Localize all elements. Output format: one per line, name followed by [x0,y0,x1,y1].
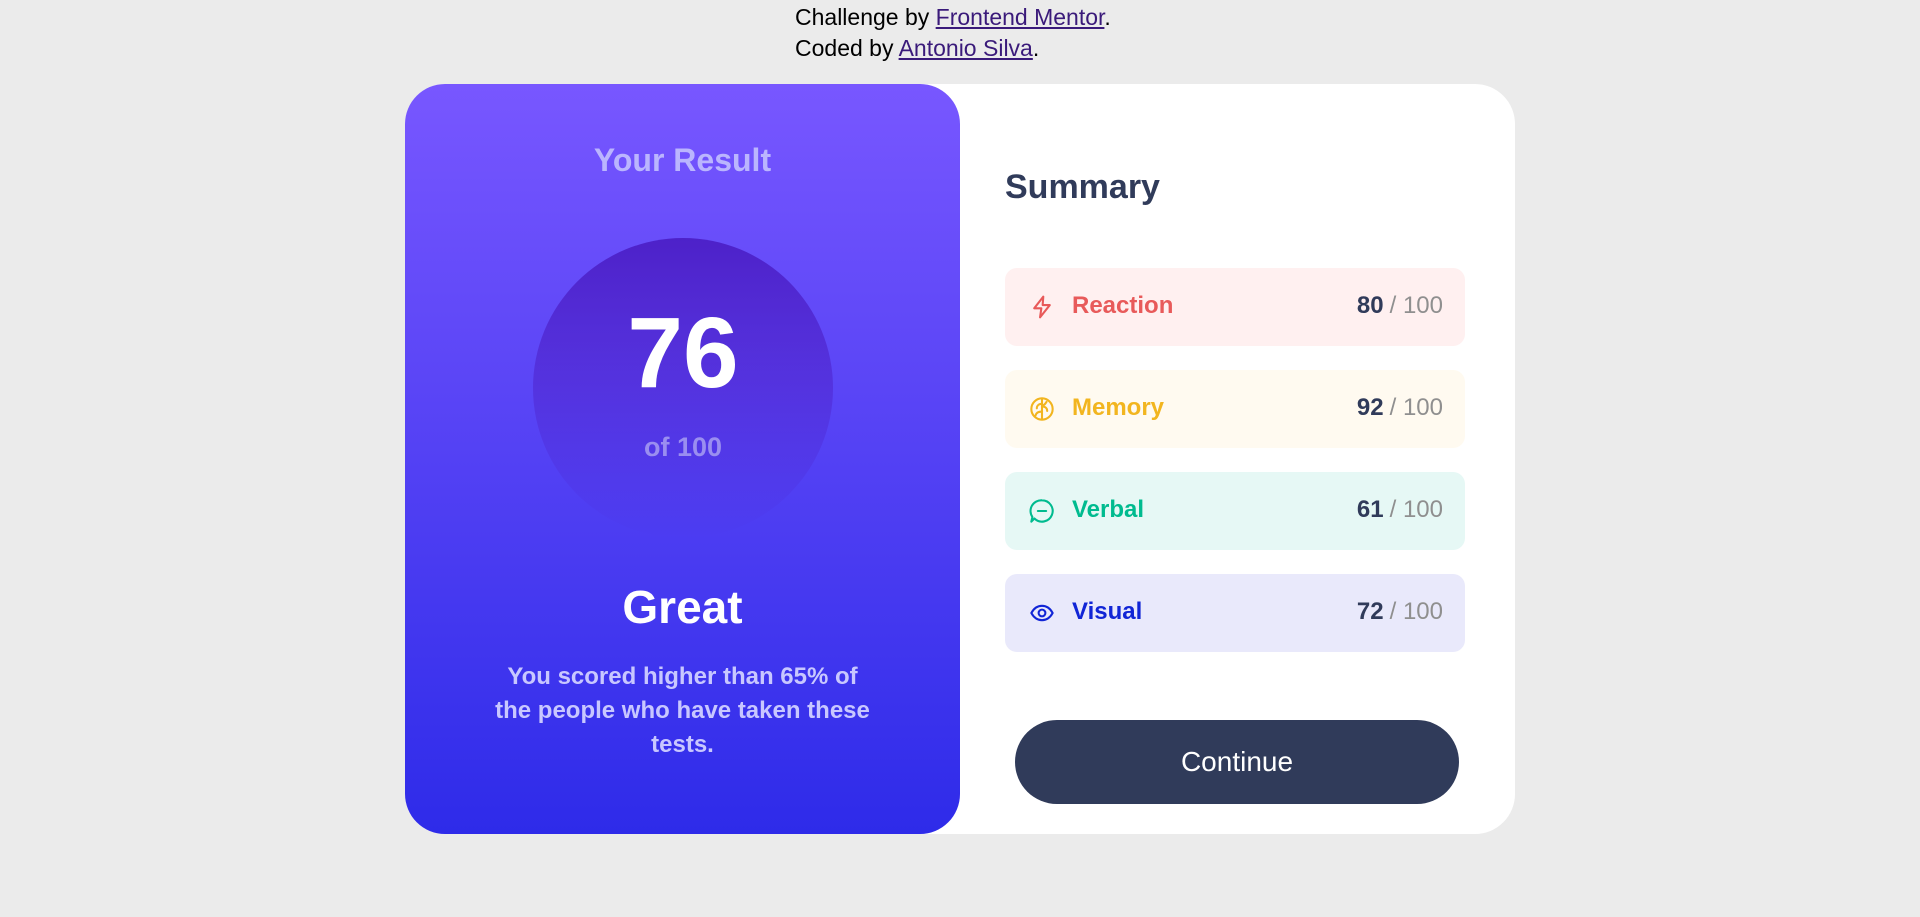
chat-icon [1029,499,1054,523]
summary-item-verbal: Verbal 61/ 100 [1005,472,1465,550]
summary-item-visual: Visual 72/ 100 [1005,574,1465,652]
brain-icon [1030,397,1054,421]
summary-item-score-max: / 100 [1389,394,1443,421]
eye-icon [1030,604,1054,622]
results-card: Your Result 76 of 100 Great You scored h… [405,84,1515,834]
summary-item-score-value: 72 [1356,598,1384,625]
summary-item-score: 92/ 100 [1357,394,1443,422]
attribution: Challenge by Frontend Mentor. Coded by A… [795,2,1111,64]
summary-title: Summary [1005,168,1160,206]
attribution-coded-suffix: . [1032,35,1040,61]
score-of-label: of 100 [643,432,723,462]
summary-item-label: Memory [1072,394,1165,421]
summary-item-score-value: 80 [1356,292,1384,319]
verdict-heading: Great [622,581,743,633]
summary-item-score-max: / 100 [1389,598,1443,625]
result-title: Your Result [593,142,772,178]
score-value: 76 [627,297,739,409]
summary-item-label: Reaction [1072,292,1174,319]
lightning-icon [1033,295,1051,319]
summary-item-score: 61/ 100 [1357,496,1443,524]
attribution-coded-prefix: Coded by [795,35,899,61]
summary-item-label: Verbal [1072,496,1145,523]
summary-item-score-value: 92 [1356,394,1384,421]
summary-item-reaction: Reaction 80/ 100 [1005,268,1465,346]
attribution-challenge-suffix: . [1104,4,1111,30]
author-link[interactable]: Antonio Silva [899,35,1033,61]
summary-item-score-value: 61 [1356,496,1384,523]
summary-item-score-max: / 100 [1389,292,1443,319]
score-circle: 76 of 100 [533,238,833,538]
verdict-description: You scored higher than 65% of the people… [495,663,870,758]
summary-panel: Summary Reaction 80/ 100 Memory 92/ 100 [1005,84,1465,834]
result-panel: Your Result 76 of 100 Great You scored h… [405,84,960,834]
attribution-challenge: Challenge by Frontend Mentor. [795,2,1111,33]
summary-item-label: Visual [1072,598,1143,625]
summary-item-score: 80/ 100 [1357,292,1443,320]
summary-item-memory: Memory 92/ 100 [1005,370,1465,448]
continue-button[interactable]: Continue [1015,720,1459,804]
summary-item-score: 72/ 100 [1357,598,1443,626]
attribution-coded: Coded by Antonio Silva. [795,33,1111,64]
attribution-challenge-prefix: Challenge by [795,4,936,30]
frontend-mentor-link[interactable]: Frontend Mentor [936,4,1105,30]
summary-item-score-max: / 100 [1389,496,1443,523]
